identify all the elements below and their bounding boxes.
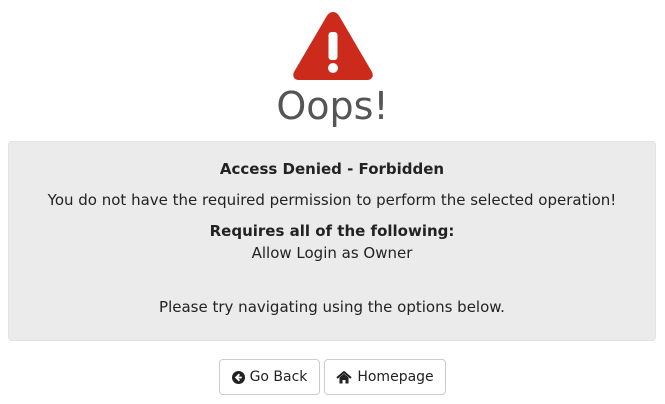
error-panel: Access Denied - Forbidden You do not hav… (8, 141, 656, 341)
homepage-label: Homepage (357, 369, 434, 385)
error-message: You do not have the required permission … (47, 191, 617, 209)
navigation-hint: Please try navigating using the options … (159, 298, 505, 316)
home-icon (336, 370, 352, 383)
homepage-button[interactable]: Homepage (324, 359, 446, 395)
arrow-circle-left-icon (231, 370, 245, 384)
go-back-button[interactable]: Go Back (219, 359, 320, 395)
error-heading: Access Denied - Forbidden (219, 160, 445, 178)
warning-triangle-icon (293, 12, 373, 80)
requirement-item: Allow Login as Owner (251, 244, 413, 262)
requirements-heading: Requires all of the following: (209, 222, 455, 240)
go-back-label: Go Back (249, 369, 308, 385)
page-title: Oops! (276, 84, 389, 128)
